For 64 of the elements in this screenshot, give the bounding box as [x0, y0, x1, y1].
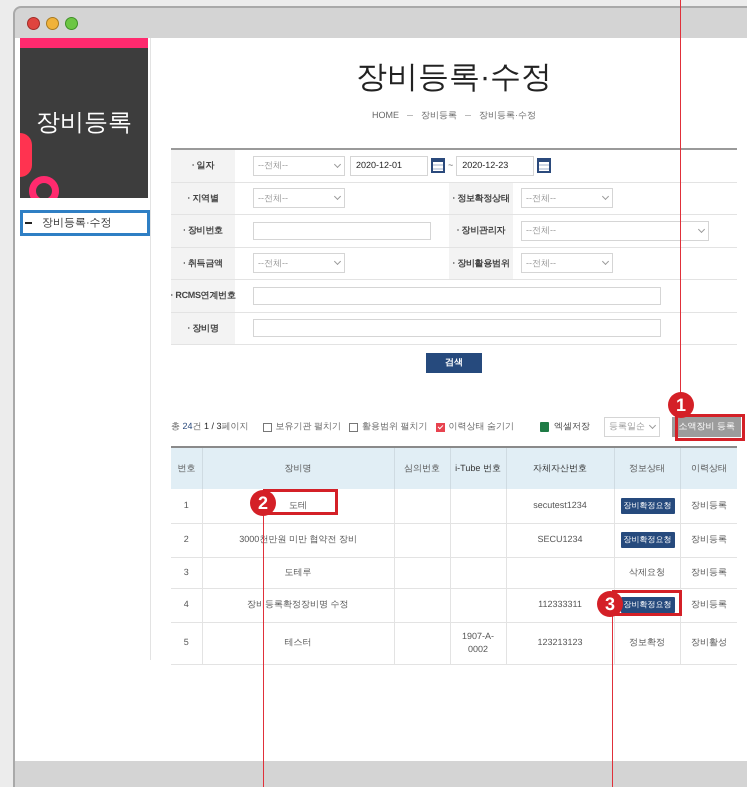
- spreadsheet-icon: [540, 422, 550, 432]
- field-label: · 정보확정상태: [449, 182, 513, 214]
- field-label: · 취득금액: [171, 248, 235, 279]
- table-cell: 장비활성: [680, 622, 737, 664]
- checkbox[interactable]: [436, 422, 445, 432]
- column-header: 자체자산번호: [506, 447, 614, 489]
- field-label: · RCMS연계번호: [171, 280, 235, 312]
- table-cell: 4: [171, 588, 202, 622]
- table-cell: 장비등록: [680, 557, 737, 588]
- table-cell: 1: [171, 489, 202, 523]
- table-cell: 장비등록: [680, 489, 737, 523]
- field-label: · 일자: [171, 150, 235, 182]
- maximize-icon[interactable]: [65, 16, 78, 30]
- status-button[interactable]: 장비확정요청: [620, 532, 674, 548]
- field-label: · 장비활용범위: [449, 248, 513, 279]
- column-header: 장비명: [202, 447, 394, 489]
- column-header: 정보상태: [614, 447, 680, 489]
- calendar-icon[interactable]: [431, 158, 445, 174]
- range-separator: ~: [448, 159, 454, 172]
- table-cell: 5: [171, 622, 202, 664]
- excel-link[interactable]: 엑셀저장: [540, 420, 590, 434]
- banner-title: 장비등록: [36, 108, 132, 138]
- checkbox[interactable]: [349, 422, 358, 432]
- table-cell: secutest1234: [506, 489, 614, 523]
- field-label: · 장비번호: [171, 215, 235, 246]
- breadcrumb-separator: [465, 114, 471, 116]
- table-cell: 2: [171, 523, 202, 557]
- input-field[interactable]: [253, 319, 661, 338]
- dash-icon: [25, 222, 32, 224]
- status-button[interactable]: 장비확정요청: [620, 498, 674, 514]
- checkbox-option[interactable]: 활용범위 펼치기: [349, 420, 428, 434]
- status-button[interactable]: 장비확정요청: [620, 597, 674, 613]
- column-header: i-Tube 번호: [450, 447, 506, 489]
- sidebar-menu-item[interactable]: 장비등록·수정: [20, 210, 150, 236]
- field-label: · 지역별: [171, 182, 235, 214]
- breadcrumb-link[interactable]: HOME: [372, 108, 399, 122]
- breadcrumb-link[interactable]: 장비등록·수정: [479, 108, 536, 122]
- table-cell: 장비등록: [680, 588, 737, 622]
- column-header: 심의번호: [394, 447, 450, 489]
- table-cell: 삭제요청: [614, 557, 680, 588]
- table-cell: SECU1234: [506, 523, 614, 557]
- table-cell: 3: [171, 557, 202, 588]
- search-button[interactable]: 검색: [426, 353, 482, 373]
- breadcrumb-link[interactable]: 장비등록: [421, 108, 457, 122]
- table-cell: 정보확정: [614, 622, 680, 664]
- checkbox[interactable]: [262, 422, 272, 432]
- checkbox-option[interactable]: 이력상태 숨기기: [436, 420, 514, 434]
- input-field[interactable]: [253, 286, 661, 305]
- date-field[interactable]: 2020-12-23: [456, 156, 534, 176]
- calendar-icon[interactable]: [537, 158, 552, 174]
- page-title: 장비등록·수정: [354, 58, 554, 96]
- table-cell: 1907-A-0002: [450, 622, 506, 664]
- close-icon[interactable]: [27, 16, 40, 30]
- checkbox-option[interactable]: 보유기관 펼치기: [262, 420, 342, 434]
- field-label: · 장비명: [171, 312, 235, 344]
- column-header: 이력상태: [680, 447, 737, 489]
- column-header: 번호: [171, 447, 202, 489]
- field-label: · 장비관리자: [449, 215, 513, 246]
- breadcrumb-separator: [407, 114, 413, 116]
- result-count: 총 24건 1 / 3페이지: [171, 420, 249, 434]
- minimize-icon[interactable]: [46, 16, 59, 30]
- table-cell: 장비등록: [680, 523, 737, 557]
- date-field[interactable]: 2020-12-01: [350, 156, 428, 176]
- input-field[interactable]: [253, 222, 431, 240]
